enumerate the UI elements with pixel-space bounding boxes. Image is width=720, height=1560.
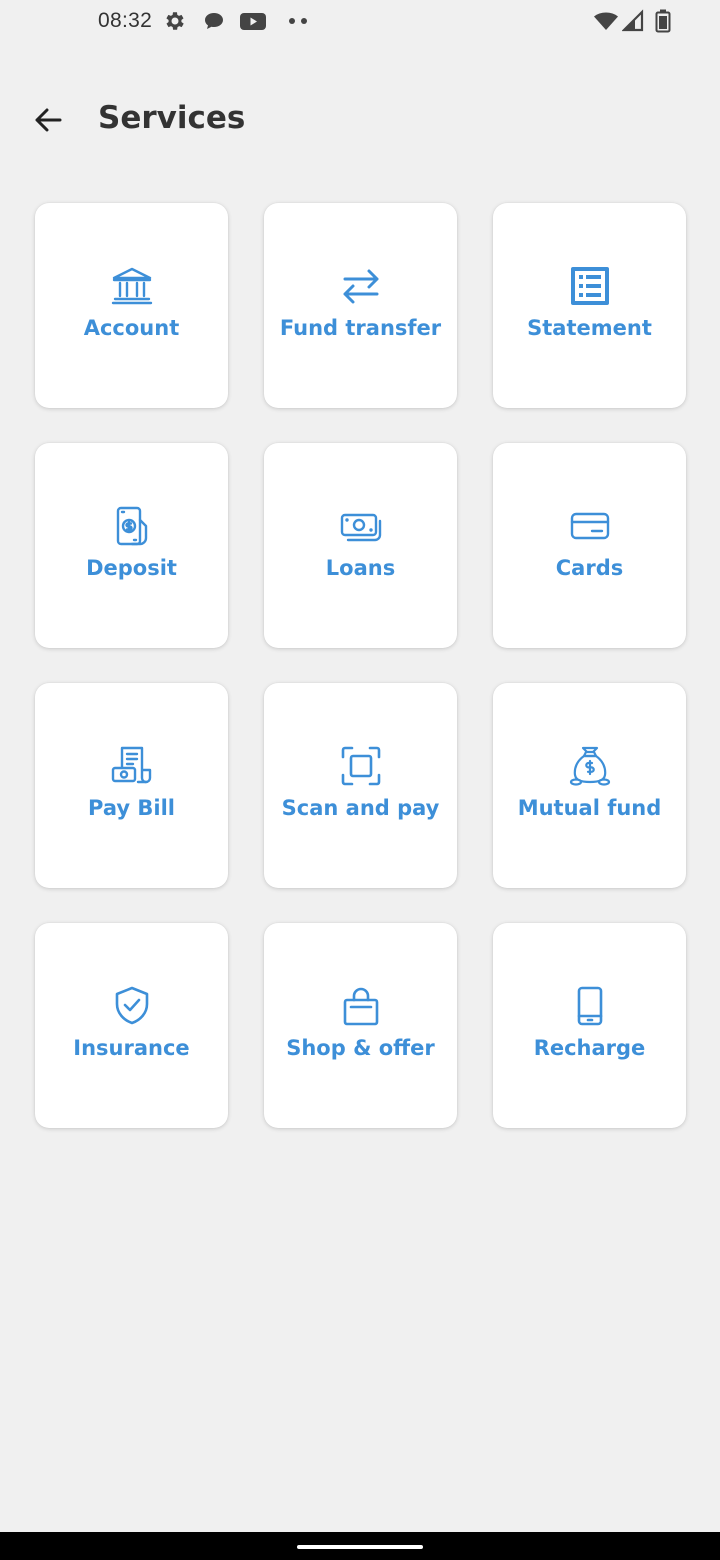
more-dots-icon (287, 9, 311, 33)
youtube-icon (240, 9, 266, 33)
back-button[interactable] (24, 96, 72, 144)
service-tile-scan-and-pay[interactable]: Scan and pay (264, 683, 457, 888)
status-bar: 08:32 (0, 0, 720, 44)
shopping-bag-icon (339, 984, 383, 1028)
service-label: Cards (555, 556, 624, 580)
wifi-icon (593, 9, 619, 33)
app-bar: Services (0, 80, 720, 160)
cash-icon (339, 504, 383, 548)
statement-list-icon (568, 264, 612, 308)
money-bag-icon (568, 744, 612, 788)
status-time: 08:32 (98, 9, 153, 32)
service-tile-pay-bill[interactable]: Pay Bill (35, 683, 228, 888)
services-grid: Account Fund transfer Statement Deposit … (35, 203, 686, 1128)
service-label: Scan and pay (281, 796, 440, 820)
system-nav-bar (0, 1532, 720, 1560)
bill-icon (110, 744, 154, 788)
page-title: Services (98, 100, 246, 136)
service-tile-statement[interactable]: Statement (493, 203, 686, 408)
service-tile-fund-transfer[interactable]: Fund transfer (264, 203, 457, 408)
arrow-left-icon (35, 108, 62, 132)
service-tile-recharge[interactable]: Recharge (493, 923, 686, 1128)
service-label: Statement (527, 316, 652, 340)
service-label: Recharge (533, 1036, 646, 1060)
scan-icon (339, 744, 383, 788)
service-label: Insurance (73, 1036, 190, 1060)
service-label: Account (83, 316, 180, 340)
credit-card-icon (568, 504, 612, 548)
service-tile-cards[interactable]: Cards (493, 443, 686, 648)
chat-bubble-icon (202, 9, 226, 33)
service-label: Pay Bill (88, 796, 175, 820)
service-label: Deposit (86, 556, 177, 580)
service-tile-mutual-fund[interactable]: Mutual fund (493, 683, 686, 888)
home-gesture-handle[interactable] (297, 1545, 423, 1549)
service-tile-account[interactable]: Account (35, 203, 228, 408)
deposit-icon (110, 504, 154, 548)
service-tile-loans[interactable]: Loans (264, 443, 457, 648)
shield-check-icon (110, 984, 154, 1028)
gear-icon (163, 9, 187, 33)
service-label: Shop & offer (286, 1036, 435, 1060)
battery-icon (654, 9, 672, 33)
service-label: Mutual fund (517, 796, 662, 820)
service-tile-insurance[interactable]: Insurance (35, 923, 228, 1128)
mobile-phone-icon (568, 984, 612, 1028)
signal-icon (621, 9, 644, 33)
service-label: Loans (325, 556, 396, 580)
service-label: Fund transfer (279, 316, 442, 340)
bank-icon (110, 264, 154, 308)
transfer-arrows-icon (339, 264, 383, 308)
service-tile-deposit[interactable]: Deposit (35, 443, 228, 648)
service-tile-shop-and-offer[interactable]: Shop & offer (264, 923, 457, 1128)
